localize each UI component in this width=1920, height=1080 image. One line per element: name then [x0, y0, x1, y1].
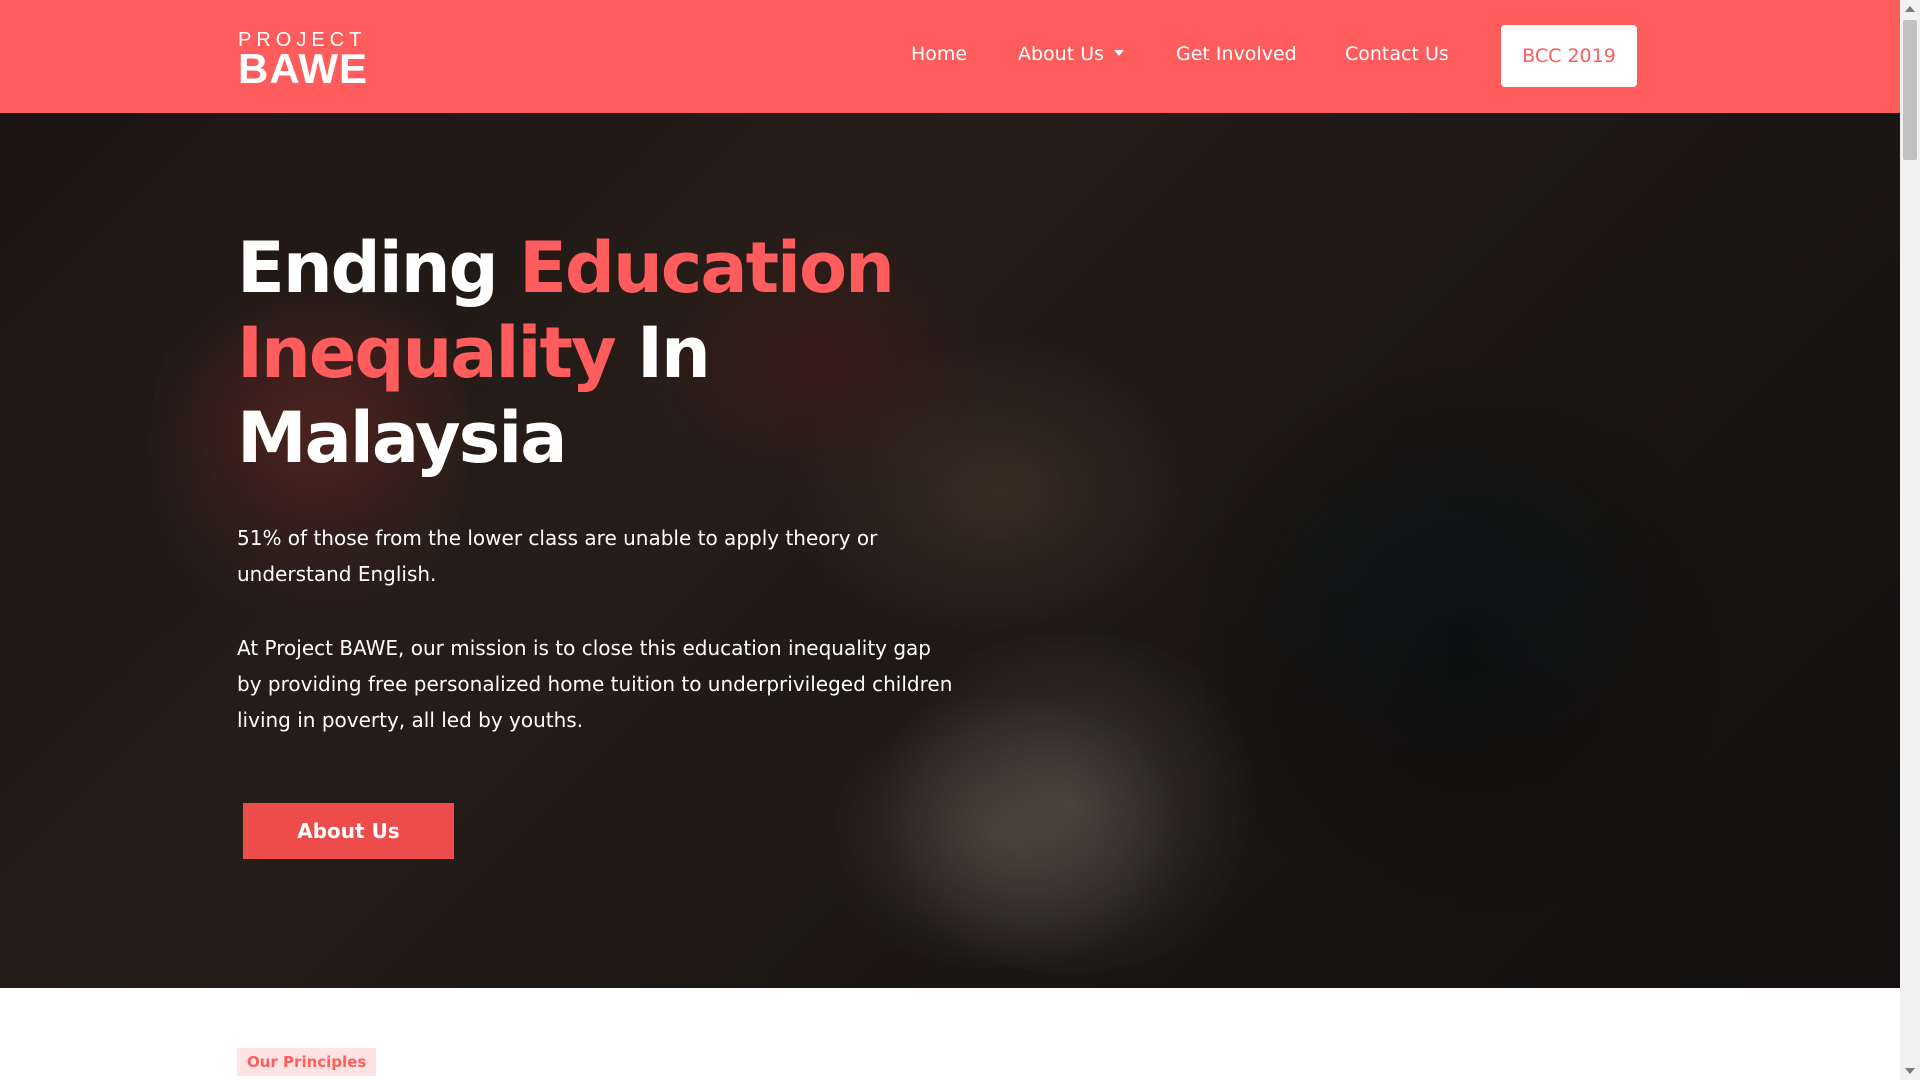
nav-get-involved-link[interactable]: Get Involved: [1176, 43, 1297, 65]
page-scrollbar[interactable]: [1900, 0, 1920, 1080]
project-bawe-logo[interactable]: PROJECT BAWE: [238, 30, 368, 90]
nav-contact-us-link[interactable]: Contact Us: [1345, 43, 1449, 65]
hero-paragraph-mission: At Project BAWE, our mission is to close…: [237, 636, 953, 732]
scroll-down-arrow-icon[interactable]: [1905, 1068, 1915, 1074]
hero-title: Ending Education Inequality In Malaysia: [237, 226, 957, 481]
nav-about-us-dropdown[interactable]: About Us: [1018, 43, 1125, 65]
nav-home-link[interactable]: Home: [911, 43, 967, 65]
chevron-down-icon: [1114, 49, 1125, 56]
scroll-thumb[interactable]: [1903, 20, 1917, 160]
nav-about-us-label: About Us: [1018, 43, 1105, 65]
bcc-2019-button[interactable]: BCC 2019: [1501, 25, 1637, 87]
top-navbar: PROJECT BAWE Home About Us Get Involved …: [0, 0, 1900, 113]
our-principles-tag: Our Principles: [237, 1048, 377, 1076]
about-us-button[interactable]: About Us: [243, 803, 454, 859]
hero-paragraph-stat: 51% of those from the lower class are un…: [237, 526, 878, 586]
hero-title-part1: Ending: [237, 227, 520, 309]
logo-big-text: BAWE: [238, 45, 368, 92]
scroll-up-arrow-icon[interactable]: [1905, 6, 1915, 12]
